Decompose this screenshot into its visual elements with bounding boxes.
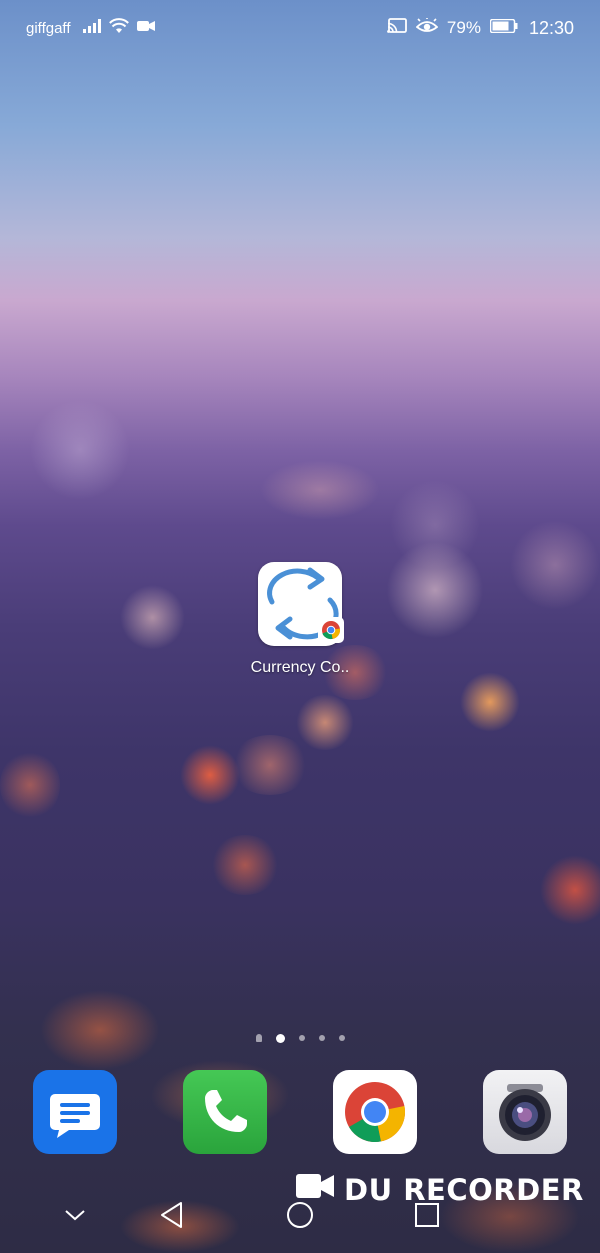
signal-icon (82, 18, 101, 38)
page-dot-search[interactable] (255, 1034, 262, 1042)
wifi-icon (108, 17, 129, 39)
status-bar: giffgaff 79% 12:30 (0, 0, 600, 56)
currency-converter-app[interactable]: Currency Co.. (240, 562, 360, 677)
page-indicator[interactable] (0, 1030, 600, 1046)
chrome-badge-icon (318, 617, 344, 648)
page-dot[interactable] (298, 1035, 305, 1041)
recents-icon[interactable] (397, 1190, 457, 1240)
hide-nav-icon[interactable] (45, 1190, 105, 1240)
carrier-name: giffgaff (26, 19, 71, 37)
phone-icon[interactable] (183, 1070, 267, 1154)
page-dot[interactable] (318, 1035, 325, 1041)
battery-percent: 79% (446, 18, 481, 37)
chrome-icon[interactable] (333, 1070, 417, 1154)
video-camera-icon (136, 19, 155, 37)
messages-icon[interactable] (33, 1070, 117, 1154)
dock (0, 1070, 600, 1156)
cast-icon (387, 17, 407, 39)
page-dot-active[interactable] (275, 1033, 285, 1043)
battery-icon (489, 18, 518, 38)
app-label: Currency Co.. (250, 659, 350, 676)
page-dot[interactable] (338, 1035, 345, 1041)
clock: 12:30 (528, 17, 574, 38)
back-icon[interactable] (142, 1190, 202, 1240)
home-icon[interactable] (270, 1190, 330, 1240)
eye-comfort-icon (415, 16, 439, 39)
camera-icon[interactable] (483, 1070, 567, 1154)
navigation-bar (0, 1190, 600, 1240)
currency-converter-icon[interactable] (258, 562, 344, 648)
